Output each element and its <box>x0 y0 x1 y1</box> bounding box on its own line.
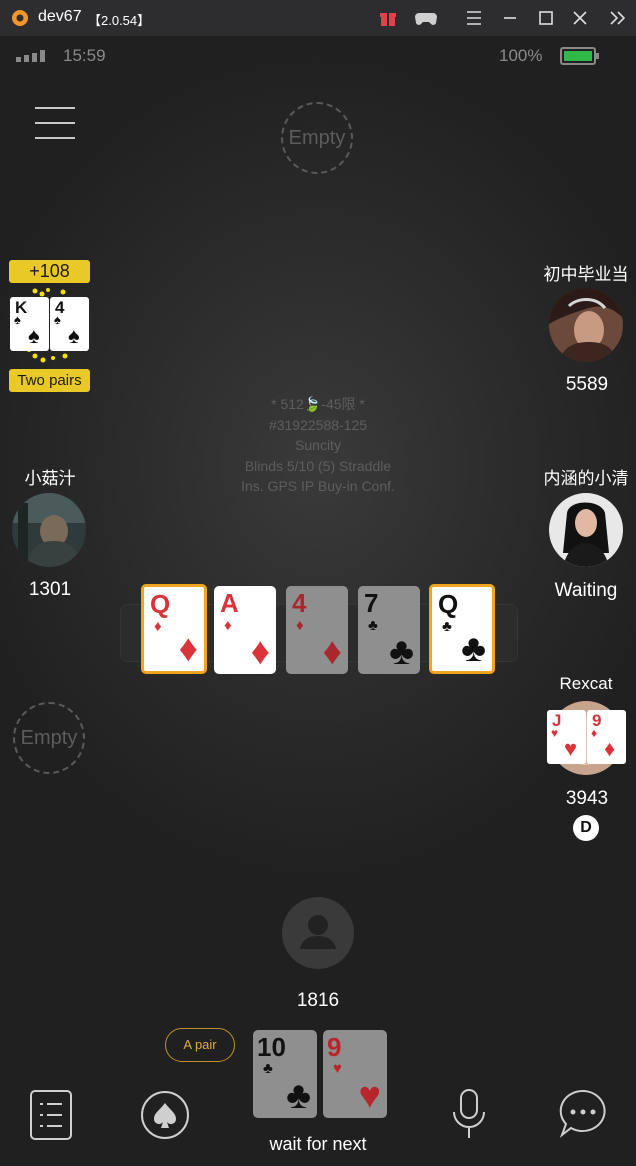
avatar-neihan[interactable] <box>549 493 623 567</box>
player-name-neihan: 内涵的小清 <box>543 469 629 488</box>
table-info-rules: Ins. GPS IP Buy-in Conf. <box>241 478 395 494</box>
player-chips-xiaoguzhi: 1301 <box>28 579 72 600</box>
player-name-xiaoguzhi: 小菇汁 <box>24 469 76 488</box>
window-version: 【2.0.54】 <box>88 13 151 28</box>
list-icon[interactable] <box>30 1090 72 1140</box>
table-info-blinds: Blinds 5/10 (5) Straddle <box>244 457 392 474</box>
leaf-icon: 🍃 <box>303 396 322 412</box>
rexcat-card-1: J ♥ ♥ <box>547 710 586 764</box>
menu-icon[interactable] <box>34 106 76 140</box>
seat-empty-left[interactable]: Empty <box>13 702 85 774</box>
my-avatar[interactable] <box>282 897 354 969</box>
avatar-chuzhong[interactable] <box>549 288 623 362</box>
my-card-1: 10 ♣ ♣ <box>253 1030 317 1118</box>
seat-empty-top[interactable]: Empty <box>281 102 353 174</box>
winner-card-2: 4 ♠ ♠ <box>50 297 89 351</box>
player-chips-chuzhong: 5589 <box>565 374 609 395</box>
user-silhouette-icon <box>300 915 336 949</box>
board-card-2: A ♦ ♦ <box>214 586 276 674</box>
battery-percent: 100% <box>499 46 543 65</box>
winner-card-1: K ♠ ♠ <box>10 297 49 351</box>
my-hand-label: A pair <box>165 1028 235 1062</box>
battery-icon <box>560 47 599 65</box>
microphone-icon[interactable] <box>450 1088 488 1140</box>
player-name-rexcat: Rexcat <box>559 674 613 693</box>
clock-time: 15:59 <box>63 46 106 65</box>
board-card-5: Q ♣ ♣ <box>429 584 495 674</box>
expand-sidebar-icon[interactable] <box>608 8 628 28</box>
gift-icon[interactable] <box>378 8 398 28</box>
board-card-3: 4 ♦ ♦ <box>286 586 348 674</box>
player-status-neihan: Waiting <box>554 580 618 601</box>
winner-hand-label: Two pairs <box>9 369 90 392</box>
my-chips: 1816 <box>296 990 340 1011</box>
rexcat-card-2: 9 ♦ ♦ <box>587 710 626 764</box>
board-card-1: Q ♦ ♦ <box>141 584 207 674</box>
dealer-button: D <box>573 815 599 841</box>
table-info-id: #31922588-125 <box>268 416 368 433</box>
maximize-icon[interactable] <box>536 8 556 28</box>
chat-icon[interactable] <box>558 1088 608 1140</box>
titlebar-menu-icon[interactable] <box>464 8 484 28</box>
avatar-xiaoguzhi[interactable] <box>12 493 86 567</box>
table-info: * 512🍃-45限 * #31922588-125 Suncity Blind… <box>218 394 418 497</box>
minimize-icon[interactable] <box>500 8 520 28</box>
board-card-4: 7 ♣ ♣ <box>358 586 420 674</box>
spade-icon[interactable] <box>140 1090 190 1140</box>
gamepad-icon[interactable] <box>414 8 438 28</box>
player-name-chuzhong: 初中毕业当 <box>543 265 629 284</box>
win-amount-badge: +108 <box>9 260 90 283</box>
table-info-club: Suncity <box>295 437 341 453</box>
close-icon[interactable] <box>570 8 590 28</box>
window-titlebar: dev67 【2.0.54】 <box>0 0 636 37</box>
player-chips-rexcat: 3943 <box>565 788 609 809</box>
signal-icon <box>16 50 45 62</box>
table-info-line1: * 512🍃-45限 * <box>271 396 365 412</box>
wait-status: wait for next <box>269 1134 367 1154</box>
app-logo-icon <box>12 10 28 26</box>
my-card-2: 9 ♥ ♥ <box>323 1030 387 1118</box>
status-bar: 15:59 100% <box>0 44 636 68</box>
window-app-name: dev67 <box>38 8 82 25</box>
